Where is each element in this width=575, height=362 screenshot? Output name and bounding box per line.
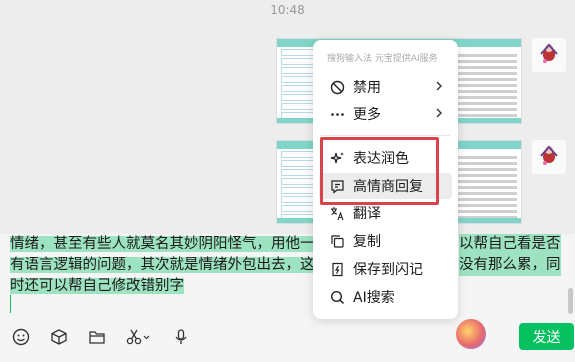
scissors-icon[interactable] xyxy=(124,326,154,348)
menu-item-more[interactable]: 更多 xyxy=(319,101,452,127)
copy-icon xyxy=(329,233,345,249)
box-icon[interactable] xyxy=(48,326,70,348)
menu-item-ai-search[interactable]: AI搜索 xyxy=(319,284,452,310)
menu-divider xyxy=(321,135,450,136)
menu-item-copy[interactable]: 复制 xyxy=(319,228,452,254)
annotation-highlight-box xyxy=(320,137,439,205)
chevron-right-icon xyxy=(434,79,444,97)
menu-item-save-note[interactable]: 保存到闪记 xyxy=(319,256,452,282)
send-button[interactable]: 发送 xyxy=(519,323,574,350)
search-icon xyxy=(329,289,345,305)
text-caret xyxy=(10,295,11,313)
ai-assistant-icon[interactable] xyxy=(456,319,486,349)
emoji-icon[interactable] xyxy=(10,326,32,348)
translate-icon xyxy=(329,205,345,221)
message-input-text[interactable]: 情绪，甚至有些人就莫名其妙阴阳怪气，用他一方 以帮自己看是否 有语言逻辑的问题，其… xyxy=(10,234,570,297)
avatar[interactable] xyxy=(532,38,566,72)
folder-icon[interactable] xyxy=(86,326,108,348)
more-icon xyxy=(329,106,345,122)
input-toolbar xyxy=(10,325,192,349)
message-timestamp: 10:48 xyxy=(270,3,305,17)
menu-item-disable[interactable]: 禁用 xyxy=(319,74,452,100)
message-input-area[interactable]: 情绪，甚至有些人就莫名其妙阴阳怪气，用他一方 以帮自己看是否 有语言逻辑的问题，其… xyxy=(0,234,575,362)
scrollbar[interactable] xyxy=(568,288,573,314)
menu-header: 搜狗输入法 元宝提供AI服务 xyxy=(327,54,438,64)
save-note-icon xyxy=(329,261,345,277)
ban-icon xyxy=(329,79,345,95)
microphone-icon[interactable] xyxy=(170,326,192,348)
chevron-right-icon xyxy=(434,106,444,124)
avatar[interactable] xyxy=(532,140,566,174)
